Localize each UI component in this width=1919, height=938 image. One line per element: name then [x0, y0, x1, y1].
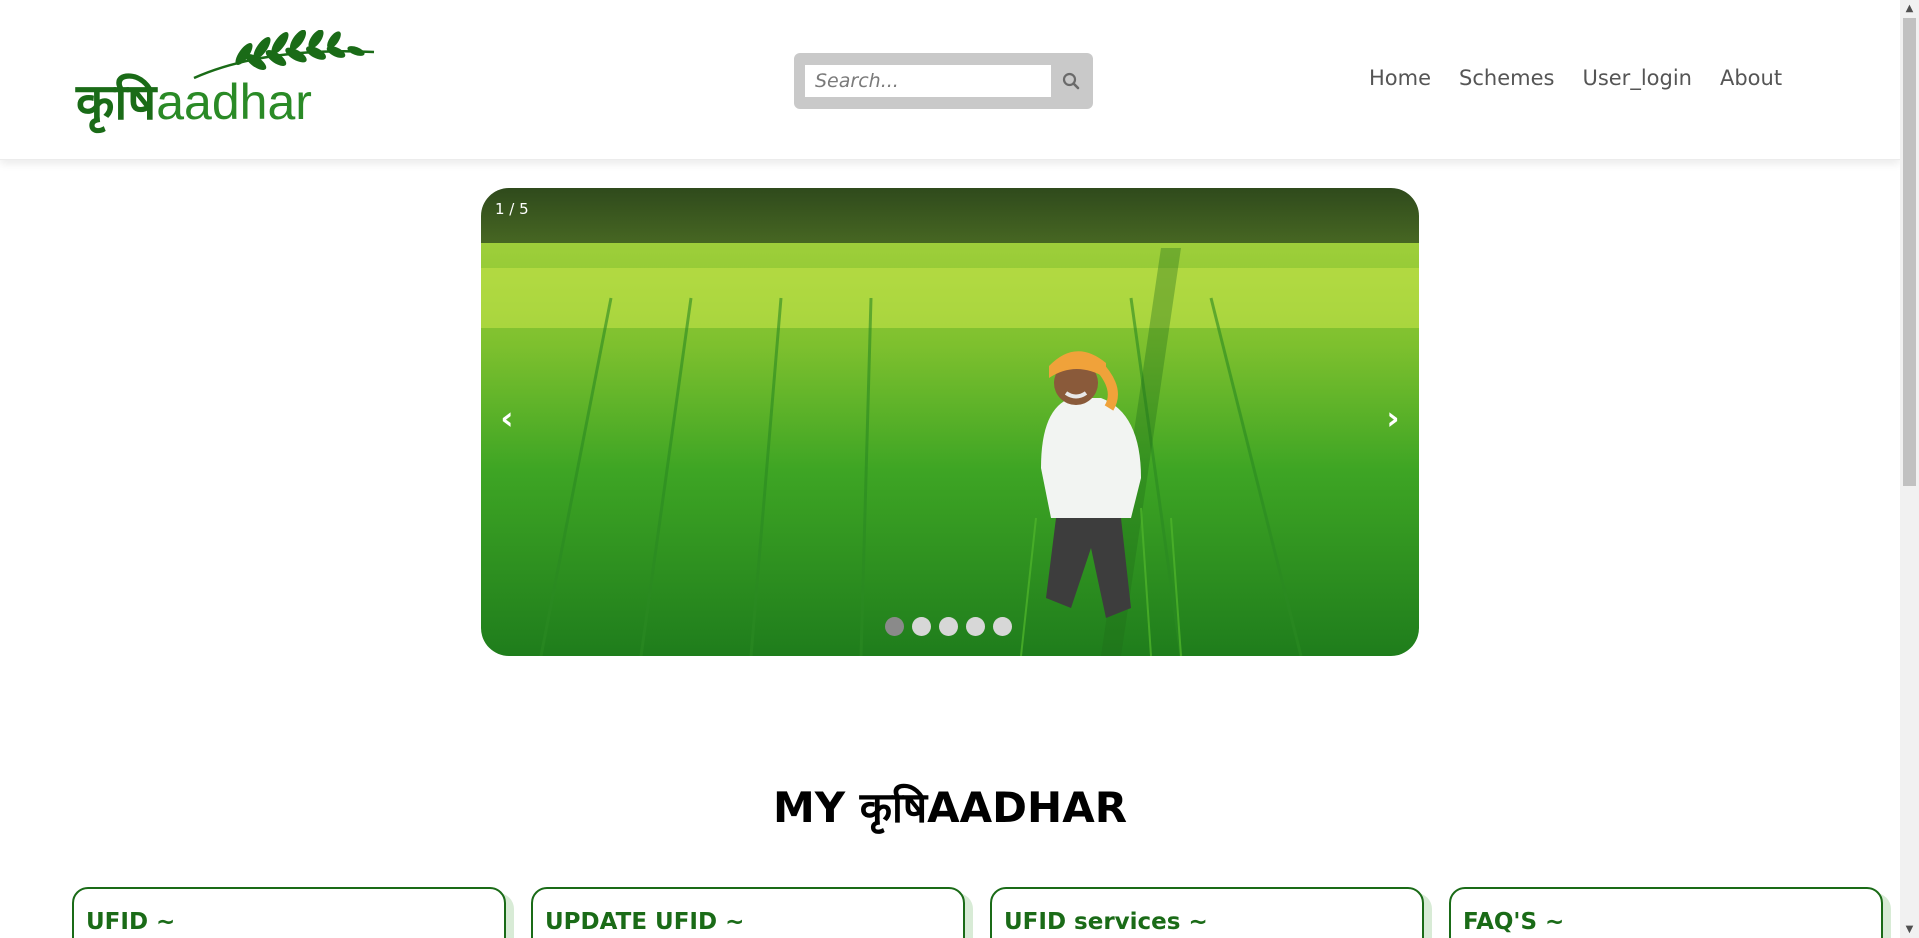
arrow-up-icon[interactable]: ▲	[1900, 0, 1919, 17]
site-header: कृषिaadhar Home Schemes User_login About	[0, 0, 1900, 160]
slide-counter: 1 / 5	[495, 200, 529, 218]
main-nav: Home Schemes User_login About	[1369, 66, 1782, 90]
card-title: FAQ'S ~	[1463, 909, 1565, 935]
search-box	[794, 53, 1093, 109]
search-icon	[1062, 72, 1080, 90]
card-title: UPDATE UFID ~	[545, 909, 745, 935]
search-input[interactable]	[805, 65, 1051, 97]
nav-home-link[interactable]: Home	[1369, 66, 1431, 90]
arrow-down-icon[interactable]: ▼	[1900, 921, 1919, 938]
card-update-ufid[interactable]: UPDATE UFID ~	[531, 887, 965, 938]
page: कृषिaadhar Home Schemes User_login About	[0, 0, 1919, 938]
chevron-right-icon: ›	[1386, 399, 1400, 437]
chevron-left-icon: ‹	[500, 399, 514, 437]
search-button[interactable]	[1056, 65, 1086, 97]
logo-hindi: कृषि	[76, 73, 157, 131]
logo-latin: aadhar	[156, 74, 312, 130]
carousel-dot-1[interactable]	[885, 617, 904, 636]
card-title: UFID ~	[86, 909, 176, 935]
card-faqs[interactable]: FAQ'S ~	[1449, 887, 1883, 938]
card-ufid-services[interactable]: UFID services ~	[990, 887, 1424, 938]
carousel-prev-button[interactable]: ‹	[487, 388, 527, 448]
nav-about-link[interactable]: About	[1720, 66, 1782, 90]
service-cards: UFID ~ UPDATE UFID ~ UFID services ~ FAQ…	[72, 887, 1883, 938]
carousel-dot-2[interactable]	[912, 617, 931, 636]
image-carousel: 1 / 5 ‹ ›	[481, 188, 1419, 656]
carousel-next-button[interactable]: ›	[1373, 388, 1413, 448]
scrollbar-thumb[interactable]	[1903, 18, 1916, 486]
carousel-dots	[885, 617, 1012, 636]
nav-schemes-link[interactable]: Schemes	[1459, 66, 1554, 90]
card-title: UFID services ~	[1004, 909, 1208, 935]
logo-text: कृषिaadhar	[76, 66, 312, 134]
carousel-dot-5[interactable]	[993, 617, 1012, 636]
carousel-dot-4[interactable]	[966, 617, 985, 636]
vertical-scrollbar[interactable]: ▲ ▼	[1900, 0, 1919, 938]
carousel-dot-3[interactable]	[939, 617, 958, 636]
nav-user-login-link[interactable]: User_login	[1582, 66, 1692, 90]
section-title: MY कृषिAADHAR	[772, 783, 1128, 832]
farmer-field-image	[481, 188, 1419, 656]
site-logo[interactable]: कृषिaadhar	[74, 30, 375, 131]
card-ufid[interactable]: UFID ~	[72, 887, 506, 938]
